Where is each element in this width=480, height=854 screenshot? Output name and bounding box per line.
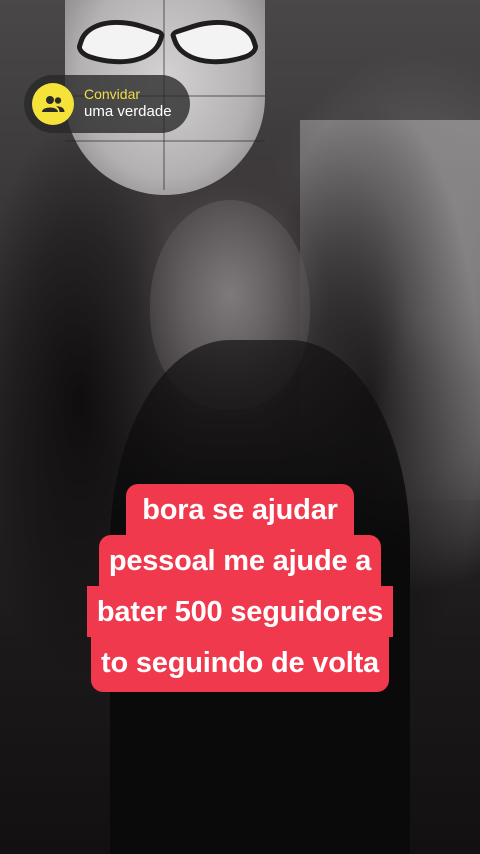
group-icon bbox=[32, 83, 74, 125]
caption-block: bora se ajudar pessoal me ajude a bater … bbox=[0, 484, 480, 692]
invite-subtitle: uma verdade bbox=[84, 103, 172, 121]
invite-text: Convidar uma verdade bbox=[84, 86, 172, 122]
video-screen[interactable]: Convidar uma verdade bora se ajudar pess… bbox=[0, 0, 480, 854]
caption-line: to seguindo de volta bbox=[91, 637, 389, 692]
web-line bbox=[65, 140, 265, 142]
invite-title: Convidar bbox=[84, 85, 141, 102]
mask-eye-left bbox=[74, 6, 166, 80]
caption-line: bora se ajudar bbox=[126, 484, 354, 535]
mask-eye-right bbox=[169, 6, 261, 80]
caption-line: pessoal me ajude a bbox=[98, 535, 382, 586]
invite-button[interactable]: Convidar uma verdade bbox=[24, 75, 190, 133]
caption-line: bater 500 seguidores bbox=[86, 586, 394, 637]
